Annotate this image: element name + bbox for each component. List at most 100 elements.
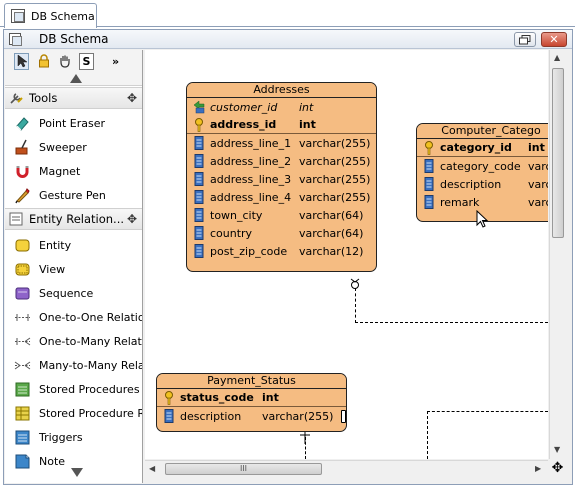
column-name: town_city <box>210 208 263 222</box>
column-name: category_id <box>440 141 512 154</box>
more-tools-button[interactable]: » <box>108 53 123 70</box>
foreign-key-icon <box>193 100 205 114</box>
diagram-icon <box>9 33 22 46</box>
item-label: Stored Procedures <box>39 382 140 396</box>
palette-item-one-to-many[interactable]: One-to-Many Relation <box>5 329 142 353</box>
entity-icon <box>15 239 30 251</box>
column-icon <box>164 409 174 423</box>
palette-item-sequence[interactable]: Sequence <box>5 281 142 305</box>
column-type: int <box>299 100 314 114</box>
column-type: varchar <box>528 177 548 191</box>
palette-item-one-to-one[interactable]: One-to-One Relations <box>5 305 142 329</box>
resize-handle[interactable] <box>341 410 346 423</box>
magnet-icon <box>16 165 29 178</box>
column-row[interactable]: category_code varchar <box>417 157 548 175</box>
mouse-cursor-icon <box>476 210 489 228</box>
stored-procedure-result-icon <box>15 406 30 420</box>
palette-item-triggers[interactable]: Triggers <box>5 425 142 449</box>
tab-db-schema[interactable]: DB Schema <box>4 3 97 28</box>
scroll-down-icon[interactable] <box>71 468 83 477</box>
palette-section-tools[interactable]: Tools ✥ <box>5 87 142 109</box>
hand-tool[interactable] <box>57 53 72 70</box>
scroll-down-arrow-icon[interactable]: ▼ <box>554 445 560 454</box>
pan-navigator-icon[interactable]: ✥ <box>549 460 566 477</box>
column-row[interactable]: address_line_3 varchar(255) <box>187 170 376 188</box>
column-type: int <box>262 391 279 404</box>
move-handle-icon[interactable]: ✥ <box>127 212 137 226</box>
column-row[interactable]: status_code int <box>157 389 346 407</box>
palette-section-entity-relationship[interactable]: Entity Relation... ✥ <box>5 208 142 230</box>
palette-item-many-to-many[interactable]: Many-to-Many Relati <box>5 353 142 377</box>
connector-line[interactable] <box>355 322 548 323</box>
palette-item-entity[interactable]: Entity <box>5 233 142 257</box>
column-type: varchar(255) <box>299 154 371 168</box>
vertical-scroll-thumb[interactable] <box>552 68 564 238</box>
view-icon <box>15 263 30 275</box>
horizontal-scroll-thumb[interactable]: III <box>165 463 322 475</box>
scroll-up-arrow-icon[interactable]: ▲ <box>554 53 560 62</box>
column-row[interactable]: category_id int <box>417 139 548 157</box>
column-row[interactable]: description varchar(255) <box>157 407 346 425</box>
entity-addresses[interactable]: Addresses customer_id int address_id int… <box>186 82 377 272</box>
item-label: Gesture Pen <box>39 188 106 202</box>
palette-item-stored-procedures[interactable]: Stored Procedures <box>5 377 142 401</box>
column-row[interactable]: address_line_1 varchar(255) <box>187 134 376 152</box>
column-type: varchar(12) <box>299 244 364 258</box>
entity-name: Addresses <box>187 83 376 98</box>
column-name: address_line_2 <box>210 154 292 168</box>
restore-button[interactable] <box>514 32 536 47</box>
lock-tool[interactable] <box>36 53 51 70</box>
sequence-icon <box>15 287 30 299</box>
column-type: varchar(255) <box>299 136 371 150</box>
palette-item-point-eraser[interactable]: Point Eraser <box>5 111 142 135</box>
column-type: int <box>528 141 545 154</box>
palette-item-view[interactable]: View <box>5 257 142 281</box>
scroll-up-icon[interactable] <box>70 74 82 83</box>
connector-line[interactable] <box>355 288 356 323</box>
palette-item-stored-procedure-result[interactable]: Stored Procedure Res <box>5 401 142 425</box>
column-name: customer_id <box>210 100 278 114</box>
column-row[interactable]: country varchar(64) <box>187 224 376 242</box>
selector-tool[interactable] <box>14 53 29 70</box>
palette-item-magnet[interactable]: Magnet <box>5 159 142 183</box>
item-label: Sweeper <box>39 140 87 154</box>
zero-one-marker-icon <box>350 278 360 289</box>
connector-line[interactable] <box>427 411 428 459</box>
close-icon: ✕ <box>549 33 559 46</box>
column-row[interactable]: address_line_4 varchar(255) <box>187 188 376 206</box>
column-row[interactable]: remark varchar <box>417 193 548 211</box>
entity-computer-category[interactable]: Computer_Catego category_id int category… <box>416 123 548 222</box>
column-name: description <box>180 409 242 423</box>
scroll-right-arrow-icon[interactable]: ▶ <box>535 464 541 473</box>
diagram-canvas[interactable]: Addresses customer_id int address_id int… <box>145 50 548 459</box>
connector-line[interactable] <box>427 411 548 412</box>
many-to-many-icon <box>14 361 31 369</box>
column-name: category_code <box>440 159 521 173</box>
sweeper-mode-tool[interactable]: S <box>79 53 94 70</box>
column-row[interactable]: post_zip_code varchar(12) <box>187 242 376 260</box>
column-name: address_line_4 <box>210 190 292 204</box>
move-handle-icon[interactable]: ✥ <box>127 91 137 105</box>
column-type: varchar(64) <box>299 226 364 240</box>
eraser-icon <box>16 116 29 131</box>
item-label: One-to-One Relations <box>39 310 142 324</box>
item-label: Point Eraser <box>39 116 106 130</box>
column-row[interactable]: town_city varchar(64) <box>187 206 376 224</box>
close-button[interactable]: ✕ <box>541 32 567 47</box>
scroll-left-arrow-icon[interactable]: ◀ <box>149 464 155 473</box>
pen-icon <box>15 187 30 203</box>
column-name: description <box>440 177 502 191</box>
column-row[interactable]: customer_id int <box>187 98 376 116</box>
column-type: varchar(64) <box>299 208 364 222</box>
column-row[interactable]: address_id int <box>187 116 376 134</box>
entity-name: Payment_Status <box>157 374 346 389</box>
sweeper-icon <box>15 139 28 154</box>
vertical-scrollbar[interactable]: ▲ ▼ <box>549 50 566 459</box>
palette-item-gesture-pen[interactable]: Gesture Pen <box>5 183 142 207</box>
one-marker-icon <box>300 432 310 444</box>
column-row[interactable]: description varchar <box>417 175 548 193</box>
horizontal-scrollbar[interactable]: ◀ III ▶ <box>145 460 548 477</box>
column-row[interactable]: address_line_2 varchar(255) <box>187 152 376 170</box>
palette-item-sweeper[interactable]: Sweeper <box>5 135 142 159</box>
entity-payment-status[interactable]: Payment_Status status_code int descripti… <box>156 373 347 432</box>
